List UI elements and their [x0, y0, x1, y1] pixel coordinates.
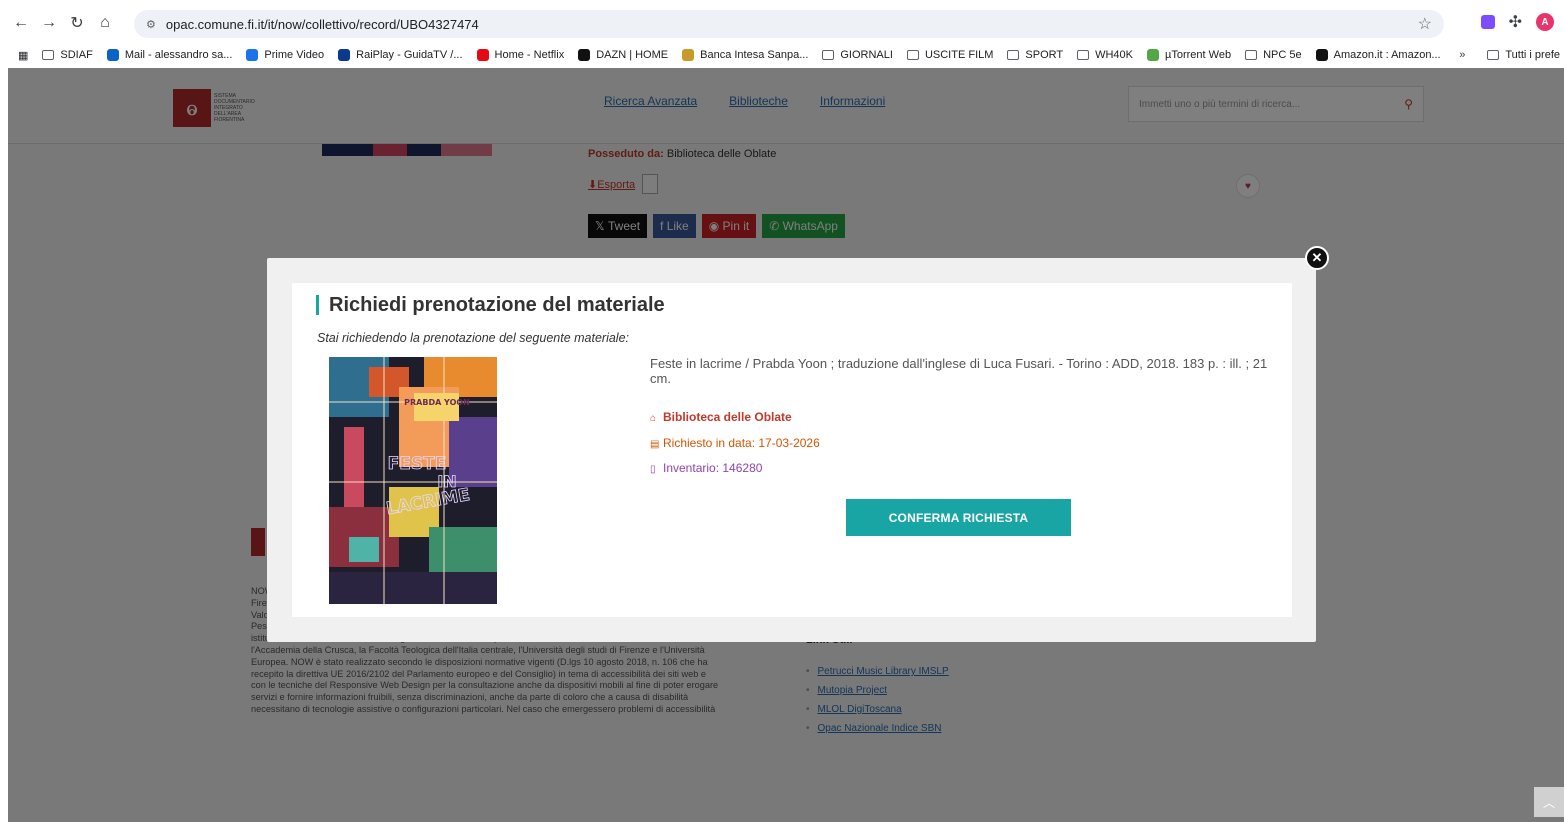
all-bookmarks-folder[interactable]: Tutti i prefe	[1487, 49, 1560, 61]
url-text: opac.comune.fi.it/it/now/collettivo/reco…	[165, 16, 479, 32]
bookmark-icon: ▯	[650, 464, 656, 475]
bookmark-label: µTorrent Web	[1165, 49, 1232, 61]
material-description: Feste in lacrime / Prabda Yoon ; traduzi…	[650, 356, 1268, 386]
folder-icon	[1245, 50, 1258, 60]
bookmark-item[interactable]: µTorrent Web	[1147, 49, 1231, 61]
calendar-icon: ▤	[650, 439, 660, 450]
intesa-icon	[682, 49, 695, 61]
bookmark-label: Home - Netflix	[494, 49, 565, 61]
prime-video-icon	[246, 49, 259, 61]
bookmark-item[interactable]: NPC 5e	[1245, 49, 1302, 61]
home-icon: ⌂	[650, 413, 657, 424]
bookmark-label: USCITE FILM	[924, 49, 994, 61]
bookmark-item[interactable]: Mail - alessandro sa...	[106, 49, 233, 61]
bookmark-item[interactable]: SPORT	[1007, 49, 1063, 61]
bookmark-label: WH40K	[1095, 49, 1134, 61]
bookmark-item[interactable]: Banca Intesa Sanpa...	[682, 49, 808, 61]
bookmark-label: GIORNALI	[840, 49, 893, 61]
cover-title-1: FESTE	[388, 454, 447, 474]
folder-icon	[906, 50, 919, 60]
close-icon[interactable]: ✕	[1305, 246, 1329, 270]
folder-icon	[42, 50, 55, 60]
extension-icon[interactable]	[1480, 15, 1495, 29]
requested-date: ▤ Richiesto in data: 17-03-2026	[650, 436, 820, 450]
folder-icon	[1007, 50, 1020, 60]
bookmarks-bar: ▦ SDIAF Mail - alessandro sa... Prime Vide…	[0, 43, 1564, 67]
bookmark-item[interactable]: Amazon.it : Amazon...	[1315, 49, 1441, 61]
bookmark-item[interactable]: Prime Video	[246, 49, 324, 61]
bookmark-label: RaiPlay - GuidaTV /...	[356, 49, 463, 61]
bookmark-item[interactable]: USCITE FILM	[906, 49, 994, 61]
cover-author: PRABDA YOON	[404, 398, 470, 407]
bookmark-label: DAZN | HOME	[596, 49, 669, 61]
address-bar[interactable]: ⚙ opac.comune.fi.it/it/now/collettivo/re…	[134, 10, 1444, 38]
reservation-modal: Richiedi prenotazione del materiale Stai…	[267, 258, 1316, 642]
scroll-top-button[interactable]: ︿	[1534, 787, 1564, 817]
reload-icon[interactable]: ↻	[66, 12, 88, 34]
home-icon[interactable]: ⌂	[94, 12, 116, 34]
bookmark-item[interactable]: RaiPlay - GuidaTV /...	[338, 49, 463, 61]
folder-icon	[822, 50, 835, 60]
bookmark-label: SPORT	[1025, 49, 1064, 61]
forward-icon[interactable]: →	[38, 12, 60, 34]
back-icon[interactable]: ←	[10, 12, 32, 34]
dazn-icon	[578, 49, 591, 61]
bookmark-label: SDIAF	[60, 49, 93, 61]
library-name: ⌂ Biblioteca delle Oblate	[650, 410, 792, 424]
extensions-puzzle-icon[interactable]: ✣	[1509, 12, 1522, 32]
bookmark-label: Amazon.it : Amazon...	[1333, 49, 1441, 61]
utorrent-icon	[1147, 49, 1160, 61]
bookmark-item[interactable]: GIORNALI	[822, 49, 893, 61]
browser-toolbar: ← → ↻ ⌂ ⚙ opac.comune.fi.it/it/now/colle…	[0, 0, 1564, 46]
modal-subtitle: Stai richiedendo la prenotazione del seg…	[317, 331, 630, 345]
bookmark-label: Banca Intesa Sanpa...	[700, 49, 809, 61]
book-cover: PRABDA YOON FESTE IN LACRIME	[329, 357, 497, 604]
apps-grid-icon[interactable]: ▦	[18, 49, 28, 62]
site-info-icon[interactable]: ⚙	[146, 18, 156, 31]
rai-icon	[338, 49, 351, 61]
bookmark-label: Tutti i prefe	[1505, 49, 1560, 61]
netflix-icon	[476, 49, 489, 61]
folder-icon	[1077, 50, 1090, 60]
bookmark-item[interactable]: SDIAF	[42, 49, 93, 61]
bookmark-item[interactable]: Home - Netflix	[476, 49, 565, 61]
amazon-icon	[1315, 49, 1328, 61]
inventory-number: ▯ Inventario: 146280	[650, 461, 763, 475]
confirm-request-button[interactable]: CONFERMA RICHIESTA	[846, 499, 1071, 536]
bookmarks-overflow: » Tutti i prefe	[1459, 43, 1564, 67]
bookmark-label: NPC 5e	[1263, 49, 1302, 61]
profile-avatar[interactable]: A	[1536, 13, 1554, 31]
bookmark-label: Prime Video	[264, 49, 325, 61]
folder-icon	[1487, 50, 1500, 60]
bookmark-item[interactable]: DAZN | HOME	[578, 49, 668, 61]
modal-title: Richiedi prenotazione del materiale	[316, 295, 665, 315]
outlook-icon	[106, 49, 119, 61]
bookmark-star-icon[interactable]: ☆	[1418, 14, 1432, 34]
more-bookmarks-icon[interactable]: »	[1459, 49, 1465, 61]
modal-body: Richiedi prenotazione del materiale Stai…	[292, 283, 1292, 617]
bookmark-item[interactable]: WH40K	[1077, 49, 1133, 61]
bookmark-label: Mail - alessandro sa...	[124, 49, 233, 61]
